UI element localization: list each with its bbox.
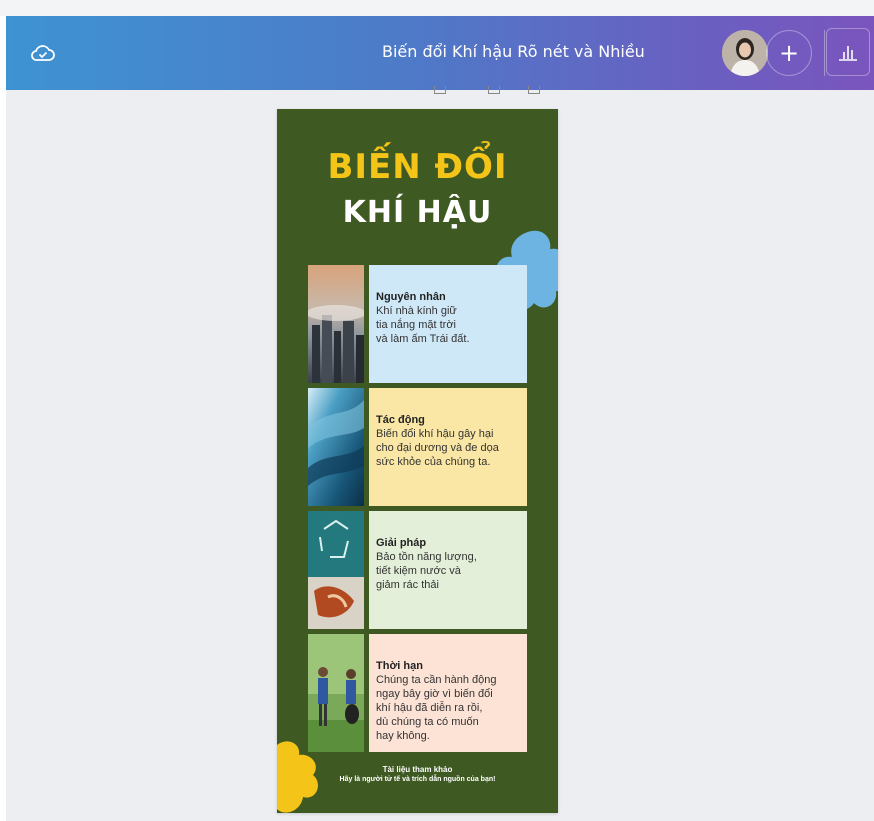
card-row-solution[interactable]: Giải pháp Bảo tồn năng lượng, tiết kiệm … — [308, 511, 527, 629]
poster-title-line1[interactable]: BIẾN ĐỔI — [277, 147, 558, 187]
references: Tài liệu tham khảo Hãy là người tử tế và… — [277, 765, 558, 783]
recycling-photo[interactable] — [308, 511, 364, 629]
references-text[interactable]: Hãy là người tử tế và trích dẫn nguồn củ… — [277, 776, 558, 783]
card-row-cause[interactable]: Nguyên nhân Khí nhà kính giữ tia nắng mặ… — [308, 265, 527, 383]
card-cause[interactable]: Nguyên nhân Khí nhà kính giữ tia nắng mặ… — [369, 265, 527, 383]
page-note-icon[interactable] — [434, 86, 446, 94]
ocean-wave-photo[interactable] — [308, 388, 364, 506]
add-collaborator-button[interactable]: + — [766, 30, 812, 76]
city-smog-photo[interactable] — [308, 265, 364, 383]
references-title[interactable]: Tài liệu tham khảo — [277, 765, 558, 774]
document-title[interactable]: Biến đổi Khí hậu Rõ nét và Nhiều — [382, 42, 645, 61]
page-toolbar — [434, 86, 554, 98]
card-solution-title[interactable]: Giải pháp — [376, 536, 521, 550]
card-impact[interactable]: Tác động Biến đổi khí hậu gây hại cho đạ… — [369, 388, 527, 506]
user-avatar[interactable] — [722, 30, 768, 76]
bar-chart-icon[interactable] — [826, 28, 870, 76]
card-solution-text[interactable]: Bảo tồn năng lượng, tiết kiệm nước và gi… — [376, 550, 521, 592]
editor-header: Biến đổi Khí hậu Rõ nét và Nhiều + — [6, 16, 874, 90]
card-impact-text[interactable]: Biến đổi khí hậu gây hại cho đại dương v… — [376, 427, 521, 469]
card-deadline-text[interactable]: Chúng ta cần hành động ngay bây giờ vì b… — [376, 673, 521, 743]
card-deadline[interactable]: Thời hạn Chúng ta cần hành động ngay bây… — [369, 634, 527, 752]
card-row-impact[interactable]: Tác động Biến đổi khí hậu gây hại cho đạ… — [308, 388, 527, 506]
page-add-icon[interactable] — [528, 86, 540, 94]
page-copy-icon[interactable] — [488, 86, 500, 94]
card-deadline-title[interactable]: Thời hạn — [376, 659, 521, 673]
poster-title-line2[interactable]: KHÍ HẬU — [277, 195, 558, 230]
card-cause-title[interactable]: Nguyên nhân — [376, 290, 521, 304]
browser-top-strip — [0, 0, 874, 16]
card-row-deadline[interactable]: Thời hạn Chúng ta cần hành động ngay bây… — [308, 634, 527, 752]
cloud-check-icon[interactable] — [28, 38, 58, 68]
card-cause-text[interactable]: Khí nhà kính giữ tia nắng mặt trời và là… — [376, 304, 521, 346]
card-solution[interactable]: Giải pháp Bảo tồn năng lượng, tiết kiệm … — [369, 511, 527, 629]
header-divider — [824, 30, 825, 76]
card-impact-title[interactable]: Tác động — [376, 413, 521, 427]
poster-page[interactable]: BIẾN ĐỔI KHÍ HẬU Nguyên nhân Khí nhà kín… — [277, 109, 558, 813]
volunteers-photo[interactable] — [308, 634, 364, 752]
